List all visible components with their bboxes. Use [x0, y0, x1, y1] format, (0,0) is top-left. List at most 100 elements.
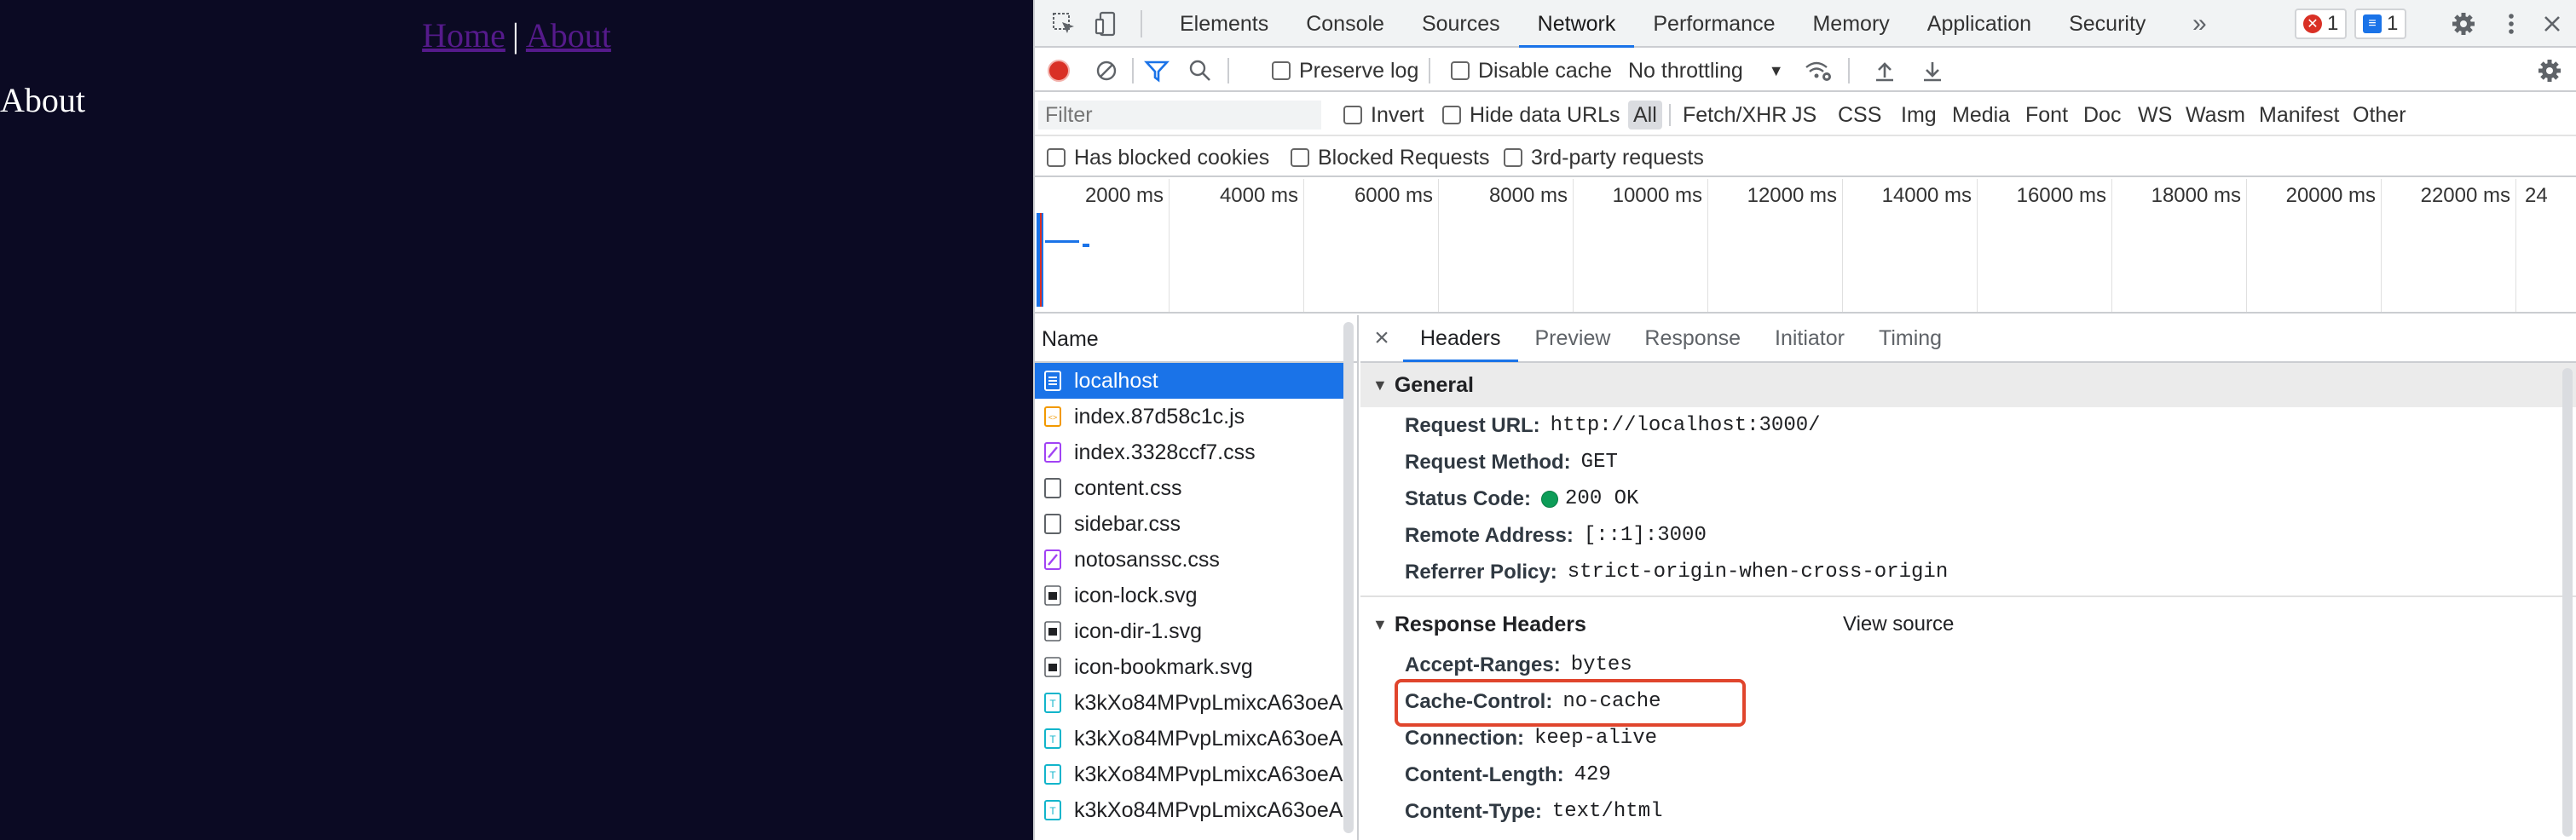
hide-data-urls-box[interactable]	[1442, 106, 1461, 124]
header-key: Status Code:	[1405, 486, 1532, 510]
third-party-requests-box[interactable]	[1504, 148, 1522, 167]
clear-icon[interactable]	[1095, 49, 1118, 92]
blocked-requests-checkbox[interactable]: Blocked Requests	[1291, 138, 1490, 177]
type-filter-other[interactable]: Other	[2348, 101, 2411, 129]
request-row[interactable]: sidebar.css	[1035, 506, 1347, 542]
tab-network[interactable]: Network	[1518, 0, 1635, 48]
request-row[interactable]: Tk3kXo84MPvpLmixcA63oeA.	[1035, 685, 1347, 721]
type-filter-ws[interactable]: WS	[2133, 101, 2177, 129]
svg-text:T: T	[1049, 805, 1056, 817]
type-filter-manifest[interactable]: Manifest	[2254, 101, 2344, 129]
invert-checkbox[interactable]: Invert	[1343, 94, 1424, 136]
request-row[interactable]: icon-dir-1.svg	[1035, 613, 1347, 649]
response-headers-section-header[interactable]: ▼ Response Headers View source	[1360, 602, 2576, 647]
disable-cache-checkbox[interactable]: Disable cache	[1451, 49, 1612, 92]
preserve-log-box[interactable]	[1272, 61, 1291, 80]
expand-triangle-icon: ▼	[1372, 376, 1388, 394]
filter-input[interactable]	[1038, 101, 1321, 129]
has-blocked-cookies-box[interactable]	[1047, 148, 1066, 167]
devtools-tabbar: Elements Console Sources Network Perform…	[1035, 0, 2576, 48]
tab-elements[interactable]: Elements	[1161, 0, 1287, 48]
nav-about-link[interactable]: About	[526, 16, 611, 55]
close-devtools-icon[interactable]	[2538, 10, 2566, 37]
filter-funnel-icon[interactable]	[1144, 49, 1170, 92]
type-filter-img[interactable]: Img	[1896, 101, 1942, 129]
general-section-header[interactable]: ▼ General	[1360, 363, 2576, 407]
type-filter-css[interactable]: CSS	[1833, 101, 1886, 129]
timeline-tick: 14000 ms	[1843, 179, 1978, 312]
request-row[interactable]: Tk3kXo84MPvpLmixcA63oeA.	[1035, 757, 1347, 792]
tab-timing[interactable]: Timing	[1862, 315, 1959, 362]
blocked-requests-box[interactable]	[1291, 148, 1309, 167]
settings-gear-icon[interactable]	[2450, 10, 2477, 37]
blocked-requests-label: Blocked Requests	[1318, 145, 1490, 170]
type-filter-doc[interactable]: Doc	[2078, 101, 2126, 129]
tab-headers[interactable]: Headers	[1403, 315, 1518, 362]
svg-text:<>: <>	[1048, 413, 1058, 422]
timeline-request-bar	[1083, 244, 1089, 247]
type-filter-media[interactable]: Media	[1947, 101, 2015, 129]
request-row[interactable]: Tk3kXo84MPvpLmixcA63oeA.	[1035, 792, 1347, 828]
request-row[interactable]: content.css	[1035, 470, 1347, 506]
message-count-badge[interactable]: ≡ 1	[2354, 9, 2407, 39]
status-ok-icon	[1541, 490, 1559, 508]
type-filter-wasm[interactable]: Wasm	[2180, 101, 2250, 129]
third-party-requests-checkbox[interactable]: 3rd-party requests	[1504, 138, 1704, 177]
tab-initiator[interactable]: Initiator	[1758, 315, 1862, 362]
network-timeline-overview[interactable]: 2000 ms 4000 ms 6000 ms 8000 ms 10000 ms…	[1035, 179, 2576, 314]
network-settings-gear-icon[interactable]	[2537, 49, 2562, 92]
type-filter-font[interactable]: Font	[2020, 101, 2073, 129]
request-list-scrollbar[interactable]	[1343, 322, 1354, 833]
search-icon[interactable]	[1188, 49, 1212, 92]
section-divider	[1360, 595, 2576, 597]
tab-response[interactable]: Response	[1627, 315, 1758, 362]
tab-sources[interactable]: Sources	[1403, 0, 1519, 48]
header-value-with-status: 200 OK	[1541, 487, 1638, 510]
toolbar-divider	[1227, 58, 1229, 83]
import-har-icon[interactable]	[1874, 49, 1896, 92]
type-filter-all[interactable]: All	[1628, 101, 1662, 129]
tab-performance[interactable]: Performance	[1634, 0, 1793, 48]
tab-security[interactable]: Security	[2050, 0, 2164, 48]
request-row[interactable]: icon-bookmark.svg	[1035, 649, 1347, 685]
type-filter-js[interactable]: JS	[1787, 101, 1822, 129]
more-tabs-button[interactable]: »	[2192, 0, 2207, 48]
view-source-link[interactable]: View source	[1843, 613, 1954, 636]
header-key: Request Method:	[1405, 450, 1571, 474]
device-toolbar-icon[interactable]	[1093, 10, 1120, 37]
header-value: text/html	[1551, 800, 1663, 823]
has-blocked-cookies-checkbox[interactable]: Has blocked cookies	[1047, 138, 1269, 177]
request-row[interactable]: index.3328ccf7.css	[1035, 434, 1347, 470]
tab-memory[interactable]: Memory	[1793, 0, 1908, 48]
request-row[interactable]: notosanssc.css	[1035, 542, 1347, 578]
network-conditions-icon[interactable]	[1804, 49, 1833, 92]
preserve-log-checkbox[interactable]: Preserve log	[1272, 49, 1418, 92]
kebab-menu-icon[interactable]	[2498, 10, 2525, 37]
tab-preview[interactable]: Preview	[1518, 315, 1628, 362]
nav-home-link[interactable]: Home	[422, 16, 505, 55]
request-list-header[interactable]: Name	[1035, 315, 1357, 363]
request-row[interactable]: localhost	[1035, 363, 1347, 399]
throttling-select[interactable]: No throttling ▼	[1628, 49, 1784, 92]
disable-cache-box[interactable]	[1451, 61, 1470, 80]
type-filter-fetch-xhr[interactable]: Fetch/XHR	[1678, 101, 1792, 129]
inspect-element-icon[interactable]	[1050, 10, 1077, 37]
tabbar-divider	[1141, 10, 1142, 37]
preserve-log-label: Preserve log	[1299, 58, 1419, 83]
app-page: Home | About About	[0, 0, 1033, 840]
invert-box[interactable]	[1343, 106, 1362, 124]
request-row[interactable]: icon-lock.svg	[1035, 578, 1347, 613]
timeline-tick: 18000 ms	[2112, 179, 2247, 312]
hide-data-urls-checkbox[interactable]: Hide data URLs	[1442, 94, 1620, 136]
export-har-icon[interactable]	[1921, 49, 1944, 92]
close-detail-icon[interactable]: ×	[1360, 324, 1403, 353]
record-button[interactable]	[1047, 49, 1071, 92]
request-row[interactable]: <> index.87d58c1c.js	[1035, 399, 1347, 434]
error-count-badge[interactable]: ✕ 1	[2295, 9, 2348, 39]
request-name: sidebar.css	[1074, 512, 1181, 536]
tab-application[interactable]: Application	[1909, 0, 2050, 48]
devtools-panel: Elements Console Sources Network Perform…	[1033, 0, 2576, 840]
request-row[interactable]: Tk3kXo84MPvpLmixcA63oeA.	[1035, 721, 1347, 757]
detail-scrollbar[interactable]	[2562, 368, 2573, 837]
tab-console[interactable]: Console	[1287, 0, 1403, 48]
